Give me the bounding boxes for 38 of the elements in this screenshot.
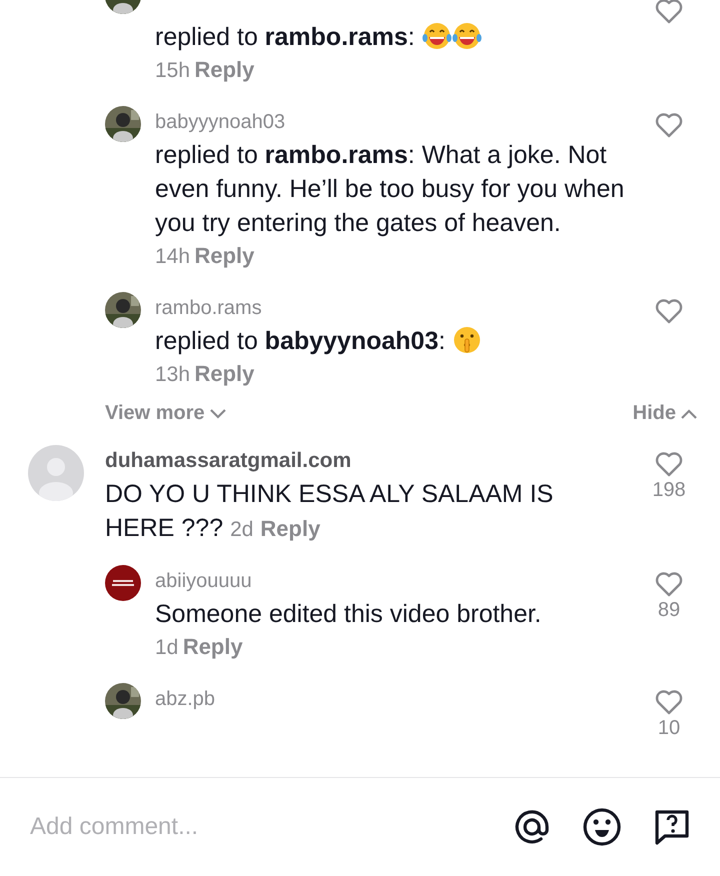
- reply-link[interactable]: Reply: [182, 634, 243, 659]
- reply-link[interactable]: Reply: [194, 361, 254, 386]
- comment-text: Someone edited this video brother.: [155, 599, 542, 630]
- timestamp: 2d: [230, 518, 254, 541]
- comment-text: replied to rambo.rams: What a joke. Not even funny. He’ll be too busy for you when you try entering the gates of heaven.: [155, 140, 626, 239]
- timestamp: 1d: [155, 636, 178, 659]
- laughing-face-icon: [422, 22, 452, 50]
- avatar[interactable]: [105, 565, 141, 601]
- timestamp: 14h: [155, 245, 190, 268]
- hide-link[interactable]: Hide: [632, 402, 698, 425]
- comment-text: replied to rambo.rams:: [155, 20, 626, 54]
- timestamp: 15h: [155, 59, 190, 82]
- like-count: 198: [652, 478, 686, 503]
- heart-icon[interactable]: [655, 112, 683, 138]
- reply-link[interactable]: Reply: [194, 57, 254, 82]
- view-more-link[interactable]: View more: [105, 402, 227, 425]
- username[interactable]: babyyynoah03: [155, 106, 626, 138]
- username[interactable]: abz.pb: [155, 683, 626, 715]
- heart-icon[interactable]: [655, 451, 683, 477]
- shushing-face-icon: [452, 325, 482, 355]
- username[interactable]: duhamassaratgmail.com: [105, 445, 619, 477]
- reply-link[interactable]: Reply: [194, 243, 254, 268]
- caret-down-icon: [208, 408, 227, 420]
- timestamp: 13h: [155, 363, 190, 386]
- reply-link[interactable]: Reply: [260, 516, 320, 541]
- comment-text: replied to babyyynoah03:: [155, 324, 626, 358]
- comment-text: DO YO U THINK ESSA ALY SALAAM IS HERE ??? 2d Reply: [105, 479, 554, 544]
- heart-icon[interactable]: [655, 571, 683, 597]
- like-count: 10: [658, 716, 680, 741]
- heart-icon[interactable]: [655, 689, 683, 715]
- username[interactable]: rambo.rams: [155, 292, 626, 324]
- like-count: 89: [658, 598, 680, 623]
- username[interactable]: abiiyouuuu: [155, 565, 626, 597]
- laughing-face-icon: [452, 22, 482, 50]
- emoji-icon[interactable]: [582, 807, 622, 847]
- heart-icon[interactable]: [655, 0, 683, 24]
- caret-up-icon: [680, 408, 698, 420]
- heart-icon[interactable]: [655, 298, 683, 324]
